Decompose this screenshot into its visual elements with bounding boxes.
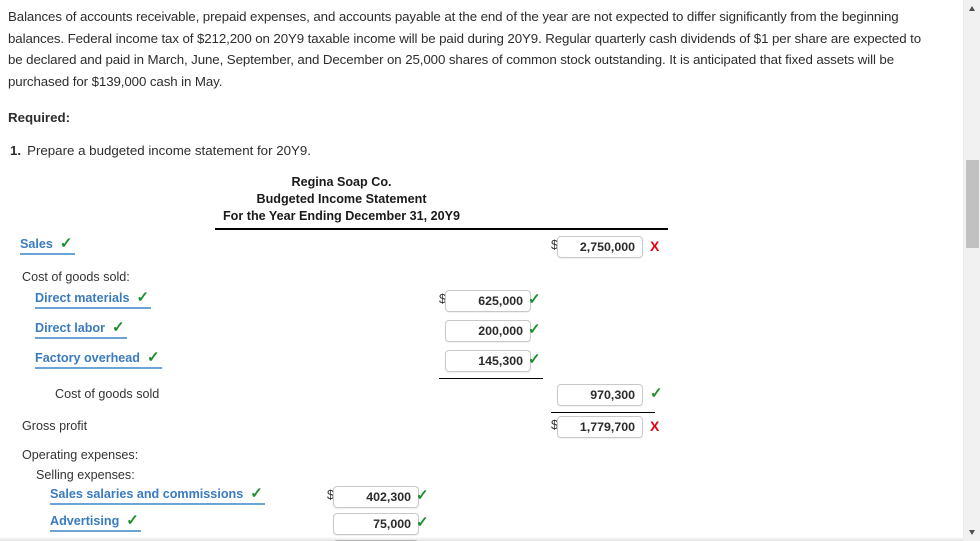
row-selling-expenses-header: Selling expenses:	[0, 465, 700, 486]
row-sales: Sales ✓ $ X	[0, 236, 700, 267]
subtotal-rule-cogs-components	[439, 378, 543, 379]
check-icon: ✓	[126, 512, 139, 529]
account-select-direct-materials-label: Direct materials	[35, 290, 130, 305]
x-icon: X	[650, 418, 660, 434]
scrollable-content: Balances of accounts receivable, prepaid…	[0, 0, 963, 541]
row-gross-profit: Gross profit $ X	[0, 414, 700, 445]
check-icon: ✓	[136, 289, 150, 306]
account-select-factory-overhead[interactable]: Factory overhead ✓	[35, 350, 162, 369]
intro-paragraph: Balances of accounts receivable, prepaid…	[8, 9, 922, 89]
row-cogs-total: Cost of goods sold ✓	[0, 382, 700, 414]
chevron-down-icon	[969, 530, 975, 535]
row-cogs-header: Cost of goods sold:	[0, 267, 700, 290]
check-icon: ✓	[528, 321, 541, 338]
amount-input-cogs-total[interactable]	[557, 384, 643, 406]
check-icon: ✓	[59, 235, 73, 252]
row-direct-materials: Direct materials ✓ $ ✓	[0, 290, 700, 320]
check-icon: ✓	[112, 319, 125, 336]
check-icon: ✓	[250, 485, 263, 502]
statement-title: Budgeted Income Statement	[256, 192, 427, 206]
scrollbar-down-arrow-button[interactable]	[964, 524, 980, 541]
check-icon: ✓	[528, 351, 541, 368]
check-icon: ✓	[147, 349, 160, 366]
row-direct-labor: Direct labor ✓ ✓	[0, 320, 700, 350]
check-icon: ✓	[528, 291, 541, 308]
account-select-direct-labor[interactable]: Direct labor ✓	[35, 320, 127, 339]
label-cogs-header: Cost of goods sold:	[22, 270, 130, 284]
amount-input-factory-overhead[interactable]	[445, 350, 531, 372]
task-item-1: 1. Prepare a budgeted income statement fo…	[0, 125, 963, 158]
scrollbar-up-arrow-button[interactable]	[964, 0, 980, 17]
task-number: 1.	[10, 143, 22, 158]
label-cogs-total: Cost of goods sold	[55, 387, 160, 401]
account-select-direct-labor-label: Direct labor	[35, 320, 105, 335]
row-operating-expenses-header: Operating expenses:	[0, 445, 700, 465]
account-select-sales-salaries[interactable]: Sales salaries and commissions ✓	[50, 486, 265, 505]
row-sales-salaries: Sales salaries and commissions ✓ $ ✓	[0, 486, 700, 513]
required-heading: Required:	[8, 110, 71, 125]
check-icon: ✓	[416, 514, 429, 531]
amount-input-gross-profit[interactable]	[557, 416, 643, 438]
account-select-sales-label: Sales	[20, 236, 53, 251]
viewport-bottom-edge	[0, 537, 963, 541]
amount-input-sales-salaries[interactable]	[333, 486, 419, 508]
amount-input-advertising[interactable]	[333, 513, 419, 535]
account-select-sales[interactable]: Sales ✓	[20, 236, 75, 255]
vertical-scrollbar[interactable]	[963, 0, 980, 541]
statement-company: Regina Soap Co.	[291, 175, 392, 189]
amount-input-direct-materials[interactable]	[445, 290, 531, 312]
x-icon: X	[650, 238, 660, 254]
task-text: Prepare a budgeted income statement for …	[27, 143, 311, 158]
account-select-advertising-label: Advertising	[50, 513, 120, 528]
statement-top-rule	[215, 228, 668, 230]
check-icon: ✓	[416, 487, 429, 504]
account-select-factory-overhead-label: Factory overhead	[35, 350, 140, 365]
row-factory-overhead: Factory overhead ✓ ✓	[0, 350, 700, 382]
account-select-direct-materials[interactable]: Direct materials ✓	[35, 289, 152, 309]
row-advertising: Advertising ✓ ✓	[0, 513, 700, 540]
label-operating-expenses: Operating expenses:	[22, 448, 139, 462]
page-root: Balances of accounts receivable, prepaid…	[0, 0, 980, 541]
budgeted-income-statement: Regina Soap Co. Budgeted Income Statemen…	[0, 174, 700, 541]
check-icon: ✓	[650, 385, 663, 402]
account-select-sales-salaries-label: Sales salaries and commissions	[50, 486, 244, 501]
label-gross-profit: Gross profit	[22, 419, 88, 433]
label-selling-expenses: Selling expenses:	[36, 468, 135, 482]
amount-input-sales[interactable]	[557, 236, 643, 258]
amount-input-direct-labor[interactable]	[445, 320, 531, 342]
subtotal-rule-gross-profit	[551, 412, 655, 413]
account-select-advertising[interactable]: Advertising ✓	[50, 513, 141, 532]
scrollbar-thumb[interactable]	[966, 160, 979, 248]
statement-period: For the Year Ending December 31, 20Y9	[222, 209, 461, 223]
chevron-up-icon	[969, 6, 975, 11]
